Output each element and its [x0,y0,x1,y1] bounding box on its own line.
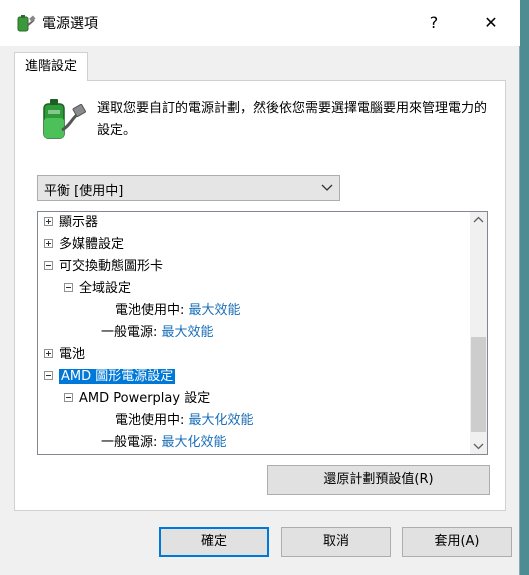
cancel-button[interactable]: 取消 [281,527,391,557]
collapse-minus-icon[interactable] [44,371,53,380]
setting-value-link[interactable]: 最大化效能 [162,435,227,450]
power-options-dialog: 電源選項 ? ✕ 進階設定 選取您要自訂的電源計劃，然後依您需要選擇電腦要用來管… [0,0,520,575]
tree-item-global-settings[interactable]: 全域設定 [64,278,131,300]
tree-item-amd-graphics-power[interactable]: AMD 圖形電源設定 [44,366,176,388]
scroll-down-icon[interactable] [470,437,487,454]
tree-item-plugged-in[interactable]: 一般電源: 最大化效能 [101,432,227,454]
help-button[interactable]: ? [419,10,449,36]
apply-button[interactable]: 套用(A) [402,527,512,557]
window-title: 電源選項 [42,16,98,32]
power-plan-select[interactable]: 平衡 [使用中] [37,175,340,201]
tree-scrollbar[interactable] [470,212,487,454]
scrollbar-thumb[interactable] [471,337,486,432]
restore-defaults-button[interactable]: 還原計劃預設值(R) [267,465,490,495]
chevron-down-icon [321,184,333,191]
expand-plus-icon[interactable] [44,239,53,248]
tree-item-switchable-graphics[interactable]: 可交換動態圖形卡 [44,256,163,278]
tree-item-battery[interactable]: 電池 [44,344,85,366]
close-button[interactable]: ✕ [476,10,506,36]
scroll-up-icon[interactable] [470,212,487,229]
setting-value-link[interactable]: 最大化效能 [189,413,254,428]
power-options-icon [17,15,36,32]
expand-plus-icon[interactable] [44,217,53,226]
battery-plug-icon [43,99,86,139]
power-plan-value: 平衡 [使用中] [44,184,124,199]
collapse-minus-icon[interactable] [64,283,73,292]
tree-item-plugged-in[interactable]: 一般電源: 最大效能 [101,322,214,344]
setting-value-link[interactable]: 最大效能 [162,325,214,340]
tree-item-on-battery[interactable]: 電池使用中: 最大效能 [115,300,241,322]
setting-value-link[interactable]: 最大效能 [189,303,241,318]
tree-item-multimedia[interactable]: 多媒體設定 [44,234,124,256]
collapse-minus-icon[interactable] [44,261,53,270]
tab-advanced-settings[interactable]: 進階設定 [14,52,88,81]
tree-item-on-battery[interactable]: 電池使用中: 最大化效能 [115,410,254,432]
tree-item-display[interactable]: 顯示器 [44,212,98,234]
title-bar: 電源選項 ? ✕ [0,0,520,46]
collapse-minus-icon[interactable] [64,393,73,402]
settings-tree[interactable]: 顯示器 多媒體設定 可交換動態圖形卡 全域設定 電池使用中: 最大效能 一般電源… [37,211,488,455]
expand-plus-icon[interactable] [44,349,53,358]
description-text: 選取您要自訂的電源計劃，然後依您需要選擇電腦要用來管理電力的設定。 [97,101,488,138]
ok-button[interactable]: 確定 [159,527,269,557]
tree-item-amd-powerplay[interactable]: AMD Powerplay 設定 [64,388,210,410]
